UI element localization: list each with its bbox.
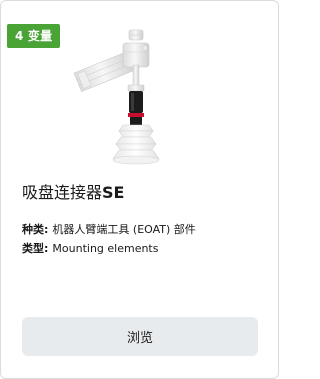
- product-title: 吸盘连接器SE: [22, 182, 124, 204]
- variant-count-badge: 4 变量: [7, 24, 61, 48]
- type-value: Mounting elements: [52, 242, 159, 255]
- category-label: 种类:: [22, 223, 49, 236]
- browse-button[interactable]: 浏览: [22, 317, 258, 356]
- category-value: 机器人臂端工具 (EOAT) 部件: [52, 223, 196, 236]
- type-label: 类型:: [22, 242, 49, 255]
- product-category: 种类: 机器人臂端工具 (EOAT) 部件: [22, 222, 196, 238]
- product-type: 类型: Mounting elements: [22, 241, 158, 257]
- product-title-suffix: SE: [102, 183, 125, 202]
- product-card[interactable]: 4 变量 吸盘连接器SE 种类: 机器人臂端工具 (EOAT) 部件 类型: M…: [0, 0, 279, 379]
- product-title-main: 吸盘连接器: [22, 183, 103, 202]
- suction-cup-connector-image: [71, 21, 211, 173]
